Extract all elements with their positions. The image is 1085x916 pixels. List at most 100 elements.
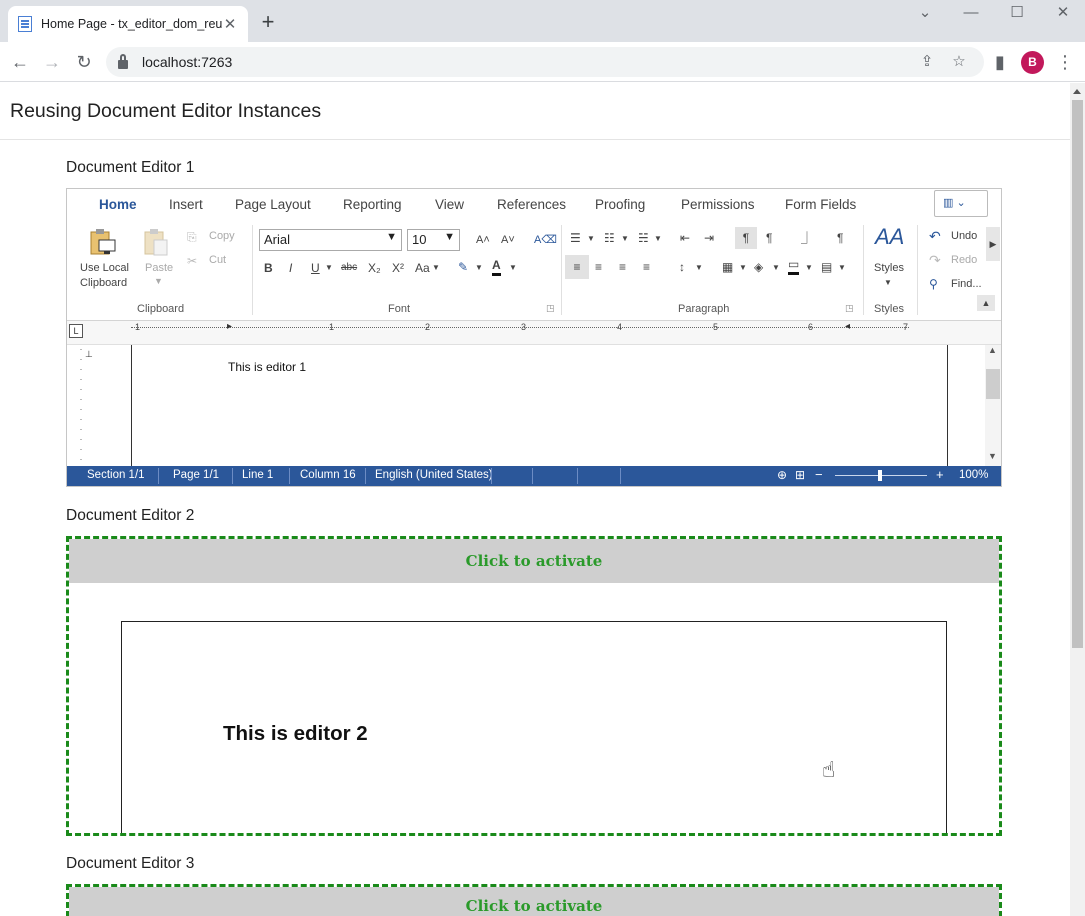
side-panel-icon[interactable]: ▮ <box>988 50 1012 74</box>
clear-formatting-icon[interactable]: A⌫ <box>534 232 557 248</box>
lock-icon[interactable] <box>118 53 128 69</box>
line-spacing-dropdown-icon[interactable]: ▼ <box>695 260 703 276</box>
italic-icon[interactable]: I <box>289 260 292 276</box>
right-indent-marker-icon[interactable]: ◂ <box>845 321 850 332</box>
left-to-right-icon[interactable]: ¶ <box>735 227 757 249</box>
zoom-in-icon[interactable]: + <box>936 467 944 482</box>
redo-icon[interactable]: ↷ <box>929 252 941 268</box>
zoom-level[interactable]: 100% <box>959 469 988 481</box>
tab-references[interactable]: References <box>497 197 566 212</box>
font-color-icon[interactable]: A <box>492 257 501 276</box>
paste-dropdown-icon[interactable]: ▼ <box>154 276 163 286</box>
decrease-indent-icon[interactable]: ⇤ <box>680 230 690 246</box>
bullets-icon[interactable]: ☰ <box>570 230 581 246</box>
cut-icon[interactable]: ✂ <box>187 253 197 269</box>
align-right-icon[interactable]: ≡ <box>619 259 626 275</box>
collapse-ribbon-icon[interactable]: ▲ <box>977 295 995 311</box>
document-canvas[interactable]: ⊥ This is editor 1 ▲ ▼ <box>67 345 1001 466</box>
bookmark-star-icon[interactable]: ☆ <box>948 51 970 73</box>
minimize-icon[interactable]: — <box>948 0 994 28</box>
align-center-icon[interactable]: ≡ <box>595 259 602 275</box>
profile-avatar[interactable]: B <box>1021 51 1044 74</box>
close-tab-icon[interactable]: ✕ <box>222 15 238 33</box>
reload-icon[interactable]: ↻ <box>72 50 96 74</box>
change-case-dropdown-icon[interactable]: ▼ <box>432 260 440 276</box>
subscript-icon[interactable]: X₂ <box>368 260 381 276</box>
page-scroll-up-icon[interactable] <box>1073 89 1081 94</box>
undo-icon[interactable]: ↶ <box>929 228 941 244</box>
frame-line-dropdown-icon[interactable]: ▼ <box>805 260 813 276</box>
tabs-icon[interactable]: ▤ <box>821 259 832 275</box>
shading-dropdown-icon[interactable]: ▼ <box>772 260 780 276</box>
browser-tab[interactable]: Home Page - tx_editor_dom_reu ✕ <box>8 6 248 42</box>
highlight-icon[interactable]: ✎ <box>458 259 469 278</box>
tab-insert[interactable]: Insert <box>169 197 203 212</box>
tab-view[interactable]: View <box>435 197 464 212</box>
tab-search-icon[interactable]: ⌄ <box>902 0 948 28</box>
back-icon[interactable]: ← <box>8 50 32 74</box>
clipboard-monitor-icon[interactable] <box>89 228 117 258</box>
page-scroll-thumb[interactable] <box>1072 100 1083 648</box>
ribbon-options-button[interactable]: ▥ ⌄ <box>934 190 988 217</box>
fit-width-icon[interactable]: ⊞ <box>795 468 805 482</box>
window-close-icon[interactable]: ✕ <box>1040 0 1085 28</box>
scroll-down-icon[interactable]: ▼ <box>988 451 997 461</box>
ribbon-scroll-right-icon[interactable]: ▶ <box>986 227 1000 261</box>
editor1-content-text[interactable]: This is editor 1 <box>228 360 306 374</box>
zoom-slider-thumb[interactable] <box>878 470 882 481</box>
frame-line-icon[interactable]: ▭ <box>788 256 800 275</box>
increase-indent-icon[interactable]: ⇥ <box>704 230 714 246</box>
tabs-dropdown-icon[interactable]: ▼ <box>838 260 846 276</box>
styles-icon[interactable]: AA <box>875 225 904 249</box>
numbering-dropdown-icon[interactable]: ▼ <box>621 231 629 247</box>
shrink-font-icon[interactable]: A˅ <box>501 232 515 248</box>
paste-icon[interactable] <box>143 228 169 258</box>
grow-font-icon[interactable]: A˄ <box>476 232 490 248</box>
undo-button[interactable]: Undo <box>951 230 977 242</box>
find-icon[interactable]: ⚲ <box>929 276 938 292</box>
font-color-dropdown-icon[interactable]: ▼ <box>509 260 517 276</box>
numbering-icon[interactable]: ☷ <box>604 230 615 246</box>
share-icon[interactable]: ⇪ <box>916 51 938 73</box>
highlight-dropdown-icon[interactable]: ▼ <box>475 260 483 276</box>
multilevel-dropdown-icon[interactable]: ▼ <box>654 231 662 247</box>
bold-icon[interactable]: B <box>264 260 273 276</box>
align-left-icon[interactable]: ≡ <box>565 255 589 279</box>
left-indent-marker-icon[interactable]: ▸ <box>227 321 232 332</box>
use-local-clipboard-label-1[interactable]: Use Local <box>80 262 129 274</box>
justify-icon[interactable]: ≡ <box>643 259 650 275</box>
scroll-thumb[interactable] <box>986 369 1000 399</box>
find-button[interactable]: Find... <box>951 278 982 290</box>
bullets-dropdown-icon[interactable]: ▼ <box>587 231 595 247</box>
styles-button[interactable]: Styles <box>874 262 904 274</box>
font-name-select[interactable]: Arial ▼ <box>259 229 402 251</box>
tab-form-fields[interactable]: Form Fields <box>785 197 856 212</box>
borders-icon[interactable]: ▦ <box>722 259 733 275</box>
document-editor-2[interactable]: Click to activate This is editor 2 <box>66 536 1002 836</box>
right-to-left-icon[interactable]: ¶ <box>766 230 772 246</box>
tab-home[interactable]: Home <box>97 197 139 222</box>
redo-button[interactable]: Redo <box>951 254 977 266</box>
document-editor-3[interactable]: Click to activate <box>66 884 1002 916</box>
page-scrollbar[interactable] <box>1070 83 1085 916</box>
copy-button[interactable]: Copy <box>209 230 235 242</box>
use-local-clipboard-label-2[interactable]: Clipboard <box>80 277 127 289</box>
tab-reporting[interactable]: Reporting <box>343 197 402 212</box>
zoom-out-icon[interactable]: − <box>815 467 823 482</box>
maximize-icon[interactable]: ☐ <box>994 0 1040 28</box>
styles-dropdown-icon[interactable]: ▼ <box>884 275 892 291</box>
tab-stop-selector-icon[interactable]: L <box>69 324 83 338</box>
editor3-activate-button[interactable]: Click to activate <box>69 887 999 916</box>
document-vertical-scrollbar[interactable]: ▲ ▼ <box>985 345 1001 466</box>
underline-dropdown-icon[interactable]: ▼ <box>325 260 333 276</box>
shading-icon[interactable]: ◈ <box>754 259 763 275</box>
page-break-icon[interactable]: ⏌ <box>801 230 813 246</box>
font-size-select[interactable]: 10 ▼ <box>407 229 460 251</box>
paste-button[interactable]: Paste <box>145 262 173 274</box>
show-formatting-marks-icon[interactable]: ¶ <box>837 230 843 246</box>
fit-page-icon[interactable]: ⊕ <box>777 468 787 482</box>
horizontal-ruler[interactable]: L 1 1 2 3 4 5 6 7 ▸ ◂ <box>67 321 1001 345</box>
new-tab-button[interactable]: + <box>256 10 280 34</box>
line-spacing-icon[interactable]: ↕ <box>679 259 685 275</box>
copy-icon[interactable]: ⎘ <box>187 229 197 245</box>
